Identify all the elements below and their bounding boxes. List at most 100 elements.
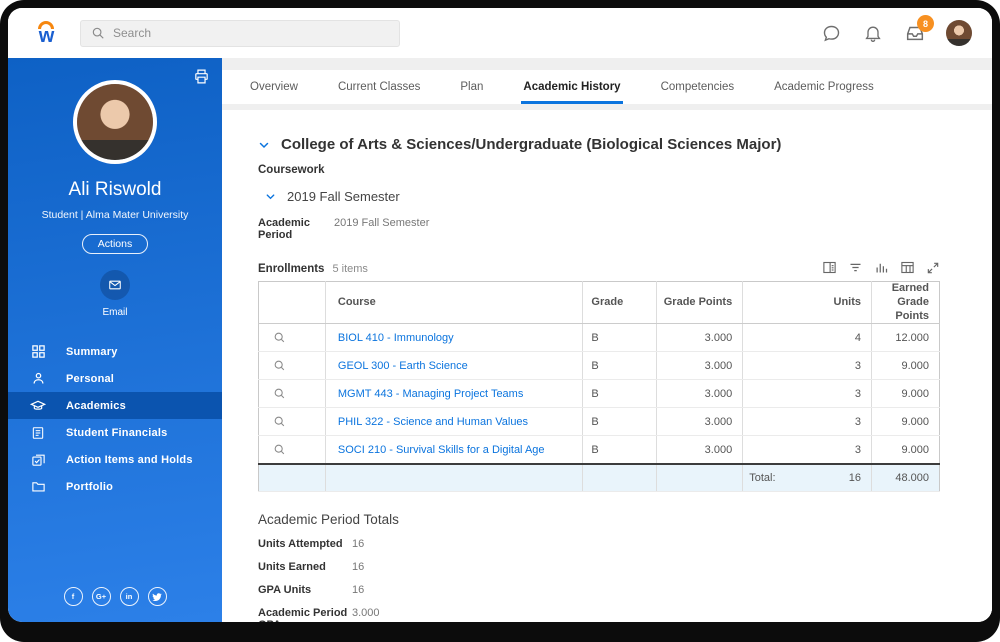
tab-current-classes[interactable]: Current Classes: [336, 71, 422, 104]
total-row: Total: 16 48.000: [258, 462, 940, 493]
grid-preferences-button[interactable]: [900, 260, 915, 275]
filter-button[interactable]: [848, 260, 863, 275]
actions-button[interactable]: Actions: [81, 234, 149, 254]
sidebar-item-label: Action Items and Holds: [66, 453, 193, 466]
chat-icon: [823, 25, 839, 41]
sidebar-item-portfolio[interactable]: Portfolio: [8, 473, 222, 500]
course-link[interactable]: GEOL 300 - Earth Science: [338, 360, 468, 372]
coursework-label: Coursework: [258, 164, 325, 176]
units-attempted-value: 16: [352, 538, 365, 551]
export-to-excel-button[interactable]: [822, 260, 837, 275]
tab-academic-history[interactable]: Academic History: [521, 71, 623, 104]
checklist-icon: [30, 452, 46, 467]
search-bar[interactable]: [80, 19, 400, 47]
related-actions-magnifier-icon[interactable]: [273, 443, 325, 456]
collapse-program-chevron-icon[interactable]: [258, 139, 270, 151]
table-row: GEOL 300 - Earth Science B 3.000 3 9.000: [258, 351, 940, 381]
enrollments-table: Course Grade Grade Points Units Earned G…: [258, 281, 940, 493]
earned-grade-points-cell: 12.000: [871, 323, 940, 353]
academic-period-value: 2019 Fall Semester: [334, 217, 430, 229]
sidebar-item-summary[interactable]: Summary: [8, 338, 222, 365]
folder-icon: [30, 479, 46, 494]
sidebar-item-personal[interactable]: Personal: [8, 365, 222, 392]
gpa-units-value: 16: [352, 584, 365, 597]
bar-chart-icon: [876, 263, 888, 273]
collapse-semester-chevron-icon[interactable]: [265, 191, 276, 202]
academic-period-totals-section: Academic Period Totals Units Attempted 16…: [258, 512, 956, 622]
units-column-header: Units: [742, 281, 872, 325]
program-title: College of Arts & Sciences/Undergraduate…: [281, 136, 782, 153]
tab-bar: Overview Current Classes Plan Academic H…: [222, 70, 992, 104]
sidebar-item-label: Personal: [66, 372, 115, 385]
sidebar-nav: Summary Personal Academics Student Finan…: [8, 338, 222, 500]
expand-grid-button[interactable]: [926, 261, 940, 275]
earned-grade-points-cell: 9.000: [871, 351, 940, 381]
search-input[interactable]: [113, 26, 363, 40]
sidebar-item-academics[interactable]: Academics: [8, 392, 222, 419]
graduation-cap-icon: [30, 398, 46, 414]
grid-icon: [30, 344, 46, 359]
document-icon: [30, 426, 46, 440]
grade-points-cell: 3.000: [656, 407, 743, 437]
workday-logo[interactable]: w: [38, 20, 54, 46]
course-link[interactable]: SOCI 210 - Survival Skills for a Digital…: [338, 444, 545, 456]
sidebar-item-label: Summary: [66, 345, 118, 358]
sidebar-item-label: Student Financials: [66, 426, 168, 439]
sidebar-item-student-financials[interactable]: Student Financials: [8, 419, 222, 446]
tab-plan[interactable]: Plan: [458, 71, 485, 104]
sidebar-item-label: Portfolio: [66, 480, 114, 493]
bell-icon: [865, 26, 881, 42]
search-icon: [92, 27, 104, 39]
units-attempted-label: Units Attempted: [258, 538, 343, 551]
table-row: MGMT 443 - Managing Project Teams B 3.00…: [258, 379, 940, 409]
course-link[interactable]: BIOL 410 - Immunology: [338, 332, 454, 344]
filter-icon: [850, 263, 861, 272]
total-units: 16: [848, 472, 862, 484]
profile-subtitle: Student | Alma Mater University: [41, 209, 189, 221]
units-earned-label: Units Earned: [258, 561, 326, 574]
sidebar-item-action-items-and-holds[interactable]: Action Items and Holds: [8, 446, 222, 473]
course-link[interactable]: PHIL 322 - Science and Human Values: [338, 416, 528, 428]
facebook-icon[interactable]: f: [63, 587, 83, 606]
grade-column-header: Grade: [582, 281, 657, 325]
related-actions-magnifier-icon[interactable]: [273, 387, 325, 400]
profile-photo[interactable]: [77, 84, 153, 160]
tab-overview[interactable]: Overview: [248, 71, 300, 104]
email-button[interactable]: [100, 270, 130, 300]
grade-cell: B: [582, 407, 657, 437]
academic-history-panel: College of Arts & Sciences/Undergraduate…: [222, 110, 992, 622]
total-earned-grade-points: 48.000: [871, 462, 940, 493]
user-avatar[interactable]: [946, 20, 972, 46]
google-plus-icon[interactable]: G+: [91, 587, 111, 606]
linkedin-icon[interactable]: in: [119, 587, 139, 606]
inbox-button[interactable]: 8: [904, 15, 934, 44]
profile-photo-image: [77, 84, 153, 160]
tab-competencies[interactable]: Competencies: [659, 71, 737, 104]
app-window: w 8: [8, 8, 992, 622]
related-actions-magnifier-icon[interactable]: [273, 331, 325, 344]
academic-period-gpa-label: Academic Period GPA: [258, 607, 348, 622]
grade-points-cell: 3.000: [656, 379, 743, 409]
related-actions-magnifier-icon[interactable]: [273, 359, 325, 372]
related-actions-magnifier-icon[interactable]: [273, 415, 325, 428]
academic-period-gpa-value: 3.000: [352, 607, 380, 620]
table-row: PHIL 322 - Science and Human Values B 3.…: [258, 407, 940, 437]
tab-academic-progress[interactable]: Academic Progress: [772, 71, 876, 104]
gpa-units-label: GPA Units: [258, 584, 312, 597]
notifications-button[interactable]: [862, 22, 884, 44]
profile-sidebar: Ali Riswold Student | Alma Mater Univers…: [8, 58, 222, 622]
semester-title: 2019 Fall Semester: [287, 189, 400, 204]
print-button[interactable]: [193, 68, 210, 85]
table-row: BIOL 410 - Immunology B 3.000 4 12.000: [258, 323, 940, 353]
inbox-badge: 8: [917, 15, 934, 32]
grade-cell: B: [582, 379, 657, 409]
chat-button[interactable]: [820, 22, 842, 44]
earned-grade-points-cell: 9.000: [871, 407, 940, 437]
grade-cell: B: [582, 323, 657, 353]
top-bar: w 8: [8, 8, 992, 58]
twitter-icon[interactable]: [147, 587, 167, 606]
units-cell: 3: [742, 435, 872, 465]
chart-view-button[interactable]: [874, 260, 889, 275]
course-link[interactable]: MGMT 443 - Managing Project Teams: [338, 388, 523, 400]
export-icon: [823, 261, 836, 274]
